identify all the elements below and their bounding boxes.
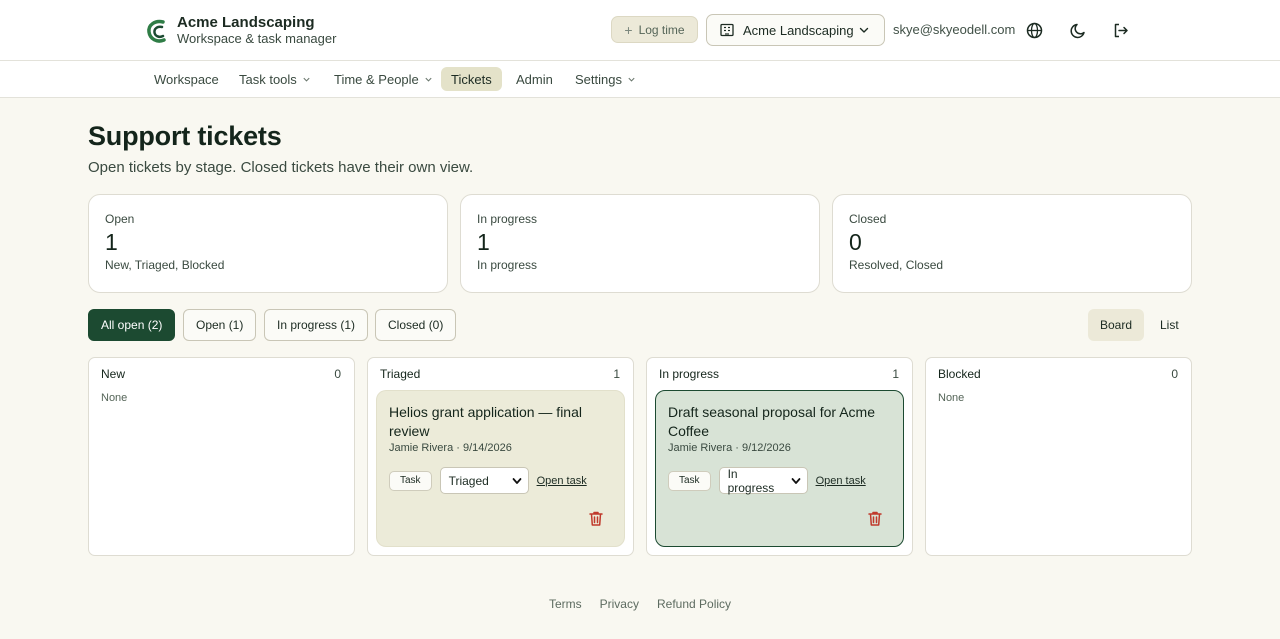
stat-description: In progress: [477, 258, 538, 272]
filter-in-progress-button[interactable]: In progress (1): [264, 309, 369, 341]
column-title: Triaged: [380, 367, 421, 381]
stat-value: 1: [105, 229, 118, 255]
column-title: New: [101, 367, 126, 381]
page-title: Support tickets: [88, 121, 282, 151]
brand[interactable]: Acme Landscaping Workspace & task manage…: [145, 14, 336, 46]
status-select-value: Triaged: [448, 473, 489, 488]
column-count: 0: [1171, 367, 1178, 381]
stat-value: 0: [849, 229, 862, 255]
open-task-link[interactable]: Open task: [816, 475, 866, 487]
page-subtitle: Open tickets by stage. Closed tickets ha…: [88, 159, 474, 176]
footer-link-refund-policy[interactable]: Refund Policy: [657, 597, 731, 611]
logout-button[interactable]: [1110, 20, 1130, 40]
nav-item-admin[interactable]: Admin: [506, 67, 563, 91]
log-time-button[interactable]: + Log time: [611, 16, 698, 43]
footer-link-privacy[interactable]: Privacy: [600, 597, 639, 611]
column-empty-text: None: [101, 392, 128, 404]
stat-card-open: Open 1 New, Triaged, Blocked: [88, 194, 448, 293]
nav-item-label: Time & People: [334, 71, 419, 87]
filter-all-open-button[interactable]: All open (2): [88, 309, 176, 341]
nav-item-task-tools[interactable]: Task tools: [229, 67, 321, 91]
chevron-down-icon: [425, 77, 432, 82]
stat-description: New, Triaged, Blocked: [105, 258, 225, 272]
ticket-title: Draft seasonal proposal for Acme Coffee: [668, 404, 875, 439]
column-count: 1: [892, 367, 899, 381]
building-icon: [720, 23, 734, 37]
column-empty-text: None: [938, 392, 965, 404]
main-nav: Workspace Task tools Time & People Ticke…: [0, 61, 1280, 98]
ticket-title: Helios grant application — final review: [389, 404, 582, 439]
open-task-link[interactable]: Open task: [537, 475, 587, 487]
status-select-value: In progress: [727, 466, 775, 495]
organization-name: Acme Landscaping: [743, 22, 854, 38]
chevron-down-icon: [512, 477, 521, 484]
nav-item-label: Task tools: [239, 71, 297, 87]
chevron-down-icon: [303, 77, 310, 82]
stat-label: In progress: [477, 212, 538, 226]
nav-item-settings[interactable]: Settings: [565, 67, 646, 91]
nav-item-workspace[interactable]: Workspace: [144, 67, 229, 91]
brand-subtitle: Workspace & task manager: [177, 31, 337, 46]
log-time-label: Log time: [638, 22, 685, 37]
ticket-card[interactable]: Draft seasonal proposal for Acme Coffee …: [655, 390, 904, 547]
nav-item-label: Admin: [516, 71, 553, 87]
ticket-meta: Jamie Rivera · 9/12/2026: [668, 442, 791, 454]
globe-icon: [1026, 22, 1042, 38]
ticket-meta: Jamie Rivera · 9/14/2026: [389, 442, 512, 454]
stat-description: Resolved, Closed: [849, 258, 944, 272]
column-title: Blocked: [938, 367, 981, 381]
stat-label: Open: [105, 212, 135, 226]
ticket-type-badge: Task: [389, 470, 432, 491]
theme-toggle-button[interactable]: [1068, 20, 1088, 40]
nav-item-tickets[interactable]: Tickets: [441, 67, 502, 91]
board-column-in-progress: In progress 1 Draft seasonal proposal fo…: [646, 357, 913, 556]
stat-card-in-progress: In progress 1 In progress: [460, 194, 820, 293]
brand-logo-icon: [147, 19, 166, 43]
nav-item-time-people[interactable]: Time & People: [324, 67, 443, 91]
nav-item-label: Workspace: [154, 71, 219, 87]
plus-icon: +: [624, 21, 633, 38]
nav-item-label: Tickets: [451, 71, 492, 87]
footer-link-terms[interactable]: Terms: [549, 597, 582, 611]
ticket-card[interactable]: Helios grant application — final review …: [376, 390, 625, 547]
column-title: In progress: [659, 367, 720, 381]
brand-name: Acme Landscaping: [177, 14, 315, 31]
board-column-blocked: Blocked 0 None: [925, 357, 1192, 556]
organization-select[interactable]: Acme Landscaping: [706, 14, 885, 46]
stat-card-closed: Closed 0 Resolved, Closed: [832, 194, 1192, 293]
trash-icon[interactable]: [867, 510, 883, 527]
footer: Terms Privacy Refund Policy: [0, 597, 1280, 611]
board-column-new: New 0 None: [88, 357, 355, 556]
column-count: 1: [613, 367, 620, 381]
view-board-toggle[interactable]: Board: [1088, 309, 1145, 341]
trash-icon[interactable]: [588, 510, 604, 527]
filter-open-button[interactable]: Open (1): [183, 309, 257, 341]
chevron-down-icon: [791, 477, 800, 484]
user-email: skye@skyeodell.com: [893, 22, 1016, 37]
ticket-status-select[interactable]: Triaged: [439, 467, 529, 494]
column-count: 0: [334, 367, 341, 381]
nav-item-label: Settings: [575, 71, 622, 87]
ticket-status-select[interactable]: In progress: [718, 466, 808, 495]
chevron-down-icon: [628, 77, 635, 82]
logout-icon: [1114, 23, 1128, 37]
moon-icon: [1069, 23, 1085, 38]
view-list-toggle[interactable]: List: [1148, 309, 1191, 341]
filter-closed-button[interactable]: Closed (0): [375, 309, 457, 341]
board-column-triaged: Triaged 1 Helios grant application — fin…: [367, 357, 634, 556]
stat-label: Closed: [849, 212, 887, 226]
chevron-down-icon: [859, 27, 869, 33]
top-bar: Acme Landscaping Workspace & task manage…: [0, 0, 1280, 61]
stat-value: 1: [477, 229, 490, 255]
ticket-type-badge: Task: [668, 470, 711, 491]
language-button[interactable]: [1024, 20, 1044, 40]
